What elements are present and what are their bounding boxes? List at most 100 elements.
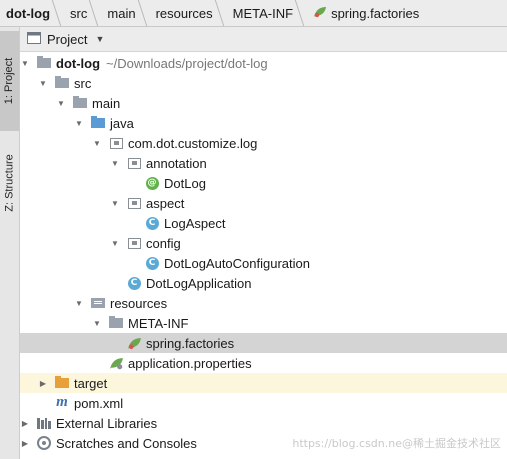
tree-node-package[interactable]: ▼ com.dot.customize.log: [20, 133, 507, 153]
tree-label: spring.factories: [146, 335, 235, 351]
breadcrumb-label: resources: [155, 5, 213, 21]
tree-label: main: [92, 95, 121, 111]
folder-icon: [108, 315, 124, 331]
tree-label: com.dot.customize.log: [128, 135, 258, 151]
tree-node-pom[interactable]: m pom.xml: [20, 393, 507, 413]
tree-label: DotLogAutoConfiguration: [164, 255, 310, 271]
tree-label: java: [110, 115, 134, 131]
tree-label: src: [74, 75, 92, 91]
breadcrumb-separator: [214, 0, 224, 26]
root-path: ~/Downloads/project/dot-log: [106, 55, 268, 71]
project-panel-header[interactable]: Project ▼: [20, 27, 507, 52]
tree-label: Scratches and Consoles: [56, 435, 197, 451]
libraries-icon: [36, 415, 52, 431]
collapse-arrow-icon[interactable]: ▶: [38, 378, 48, 388]
breadcrumb-item-src[interactable]: src: [63, 0, 100, 26]
tree-node-dotlog[interactable]: @ DotLog: [20, 173, 507, 193]
annotation-icon: @: [145, 176, 159, 190]
breadcrumb-separator: [294, 0, 305, 26]
tree-node-app-properties[interactable]: application.properties: [20, 353, 507, 373]
package-icon: [108, 135, 124, 151]
tree-node-aspect[interactable]: ▼ aspect: [20, 193, 507, 213]
tree-node-src[interactable]: ▼ src: [20, 73, 507, 93]
breadcrumb-label: main: [107, 5, 136, 21]
expand-arrow-icon[interactable]: ▼: [56, 98, 66, 108]
expand-arrow-icon[interactable]: ▼: [110, 238, 120, 248]
spring-leaf-icon: [126, 335, 142, 351]
expand-arrow-icon[interactable]: ▼: [92, 138, 102, 148]
folder-icon: [72, 95, 88, 111]
breadcrumb-label: spring.factories: [331, 5, 420, 21]
tree-label: annotation: [146, 155, 207, 171]
tree-label: META-INF: [128, 315, 189, 331]
breadcrumb-item-spring-factories[interactable]: spring.factories: [306, 0, 425, 26]
expand-arrow-icon[interactable]: ▼: [92, 318, 102, 328]
tree-label: pom.xml: [74, 395, 124, 411]
breadcrumb-label: src: [70, 5, 88, 21]
class-icon: C: [144, 255, 160, 271]
expand-arrow-icon[interactable]: ▼: [38, 78, 48, 88]
resources-folder-icon: [90, 295, 106, 311]
folder-icon: [54, 75, 70, 91]
tree-node-application[interactable]: C DotLogApplication: [20, 273, 507, 293]
breadcrumb-label: dot-log: [6, 5, 51, 21]
spring-boot-class-icon: C: [126, 275, 142, 291]
expand-arrow-icon[interactable]: ▼: [20, 58, 30, 68]
breadcrumb-separator: [89, 0, 99, 26]
tree-node-config[interactable]: ▼ config: [20, 233, 507, 253]
package-icon: [126, 195, 142, 211]
collapse-arrow-icon[interactable]: ▶: [20, 438, 30, 448]
package-icon: [126, 155, 142, 171]
scratches-icon: [36, 435, 52, 451]
tree-node-root[interactable]: ▼ dot-log ~/Downloads/project/dot-log: [20, 53, 507, 73]
collapse-arrow-icon[interactable]: ▶: [20, 418, 30, 428]
tree-node-main[interactable]: ▼ main: [20, 93, 507, 113]
tree-node-java[interactable]: ▼ java: [20, 113, 507, 133]
tree-node-resources[interactable]: ▼ resources: [20, 293, 507, 313]
module-folder-icon: [36, 55, 52, 71]
tool-window-strip: 1: Project Z: Structure: [0, 27, 20, 459]
tree-label: DotLog: [164, 175, 206, 191]
project-view-icon: [27, 31, 41, 47]
breadcrumb-item-meta-inf[interactable]: META-INF: [226, 0, 306, 26]
tree-label: dot-log ~/Downloads/project/dot-log: [56, 55, 268, 71]
tree-label: External Libraries: [56, 415, 158, 431]
tree-node-spring-factories[interactable]: spring.factories: [20, 333, 507, 353]
source-folder-icon: [90, 115, 106, 131]
watermark: https://blog.csdn.ne@稀土掘金技术社区: [292, 437, 501, 450]
class-icon: C: [144, 215, 160, 231]
chevron-down-icon[interactable]: ▼: [95, 34, 104, 44]
tree-label: config: [146, 235, 181, 251]
spring-properties-icon: [108, 355, 124, 371]
breadcrumb-separator: [137, 0, 147, 26]
breadcrumb-item-project[interactable]: dot-log: [0, 0, 63, 26]
tab-structure[interactable]: Z: Structure: [0, 139, 19, 227]
tree-node-autoconfig[interactable]: C DotLogAutoConfiguration: [20, 253, 507, 273]
tree-node-external-libraries[interactable]: ▶ External Libraries: [20, 413, 507, 433]
spring-leaf-icon: [313, 6, 327, 21]
breadcrumb-item-main[interactable]: main: [100, 0, 148, 26]
expand-arrow-icon[interactable]: ▼: [74, 118, 84, 128]
panel-title: Project: [47, 31, 88, 47]
breadcrumb-label: META-INF: [232, 5, 294, 21]
expand-arrow-icon[interactable]: ▼: [74, 298, 84, 308]
tree-node-logaspect[interactable]: C LogAspect: [20, 213, 507, 233]
breadcrumb-item-resources[interactable]: resources: [149, 0, 226, 26]
tree-node-meta-inf[interactable]: ▼ META-INF: [20, 313, 507, 333]
tree-label: target: [74, 375, 108, 391]
expand-arrow-icon[interactable]: ▼: [110, 158, 120, 168]
excluded-folder-icon: [54, 375, 70, 391]
tree-node-annotation[interactable]: ▼ annotation: [20, 153, 507, 173]
tree-label: LogAspect: [164, 215, 226, 231]
breadcrumb-separator: [51, 0, 62, 26]
package-icon: [126, 235, 142, 251]
project-tree: ▼ dot-log ~/Downloads/project/dot-log ▼ s…: [20, 52, 507, 459]
tab-project[interactable]: 1: Project: [0, 31, 19, 131]
tree-node-target[interactable]: ▶ target: [20, 373, 507, 393]
tree-label: application.properties: [128, 355, 252, 371]
tab-structure-label: Z: Structure: [3, 154, 16, 212]
tree-label: resources: [110, 295, 168, 311]
tab-project-label: 1: Project: [3, 57, 16, 105]
expand-arrow-icon[interactable]: ▼: [110, 198, 120, 208]
maven-icon: m: [56, 393, 68, 410]
